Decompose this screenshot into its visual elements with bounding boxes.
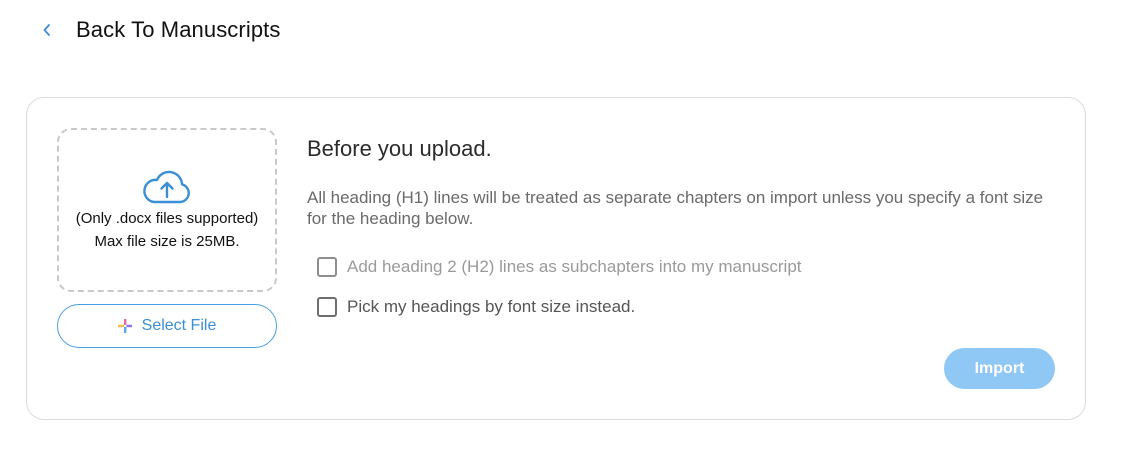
- file-dropzone[interactable]: (Only .docx files supported) Max file si…: [57, 128, 277, 292]
- option-font-size-headings[interactable]: Pick my headings by font size instead.: [317, 297, 635, 317]
- back-link-label: Back To Manuscripts: [76, 17, 281, 42]
- plus-icon: [117, 319, 132, 333]
- option-h2-subchapters[interactable]: Add heading 2 (H2) lines as subchapters …: [317, 257, 802, 277]
- font-size-headings-checkbox[interactable]: [317, 297, 337, 317]
- h2-subchapters-label: Add heading 2 (H2) lines as subchapters …: [347, 257, 802, 276]
- supported-files-text: (Only .docx files supported): [75, 210, 259, 227]
- upload-description: All heading (H1) lines will be treated a…: [307, 188, 1044, 228]
- chevron-left-icon: [40, 23, 54, 37]
- cloud-upload-icon: [140, 168, 194, 208]
- upload-card: (Only .docx files supported) Max file si…: [26, 97, 1086, 420]
- import-button[interactable]: Import: [944, 348, 1055, 389]
- select-file-button[interactable]: Select File: [57, 304, 277, 348]
- before-upload-heading: Before you upload.: [307, 136, 492, 161]
- h2-subchapters-checkbox[interactable]: [317, 257, 337, 277]
- select-file-label: Select File: [141, 317, 217, 334]
- max-file-size-text: Max file size is 25MB.: [94, 233, 240, 250]
- font-size-headings-label: Pick my headings by font size instead.: [347, 297, 636, 316]
- back-to-manuscripts-link[interactable]: Back To Manuscripts: [40, 14, 280, 46]
